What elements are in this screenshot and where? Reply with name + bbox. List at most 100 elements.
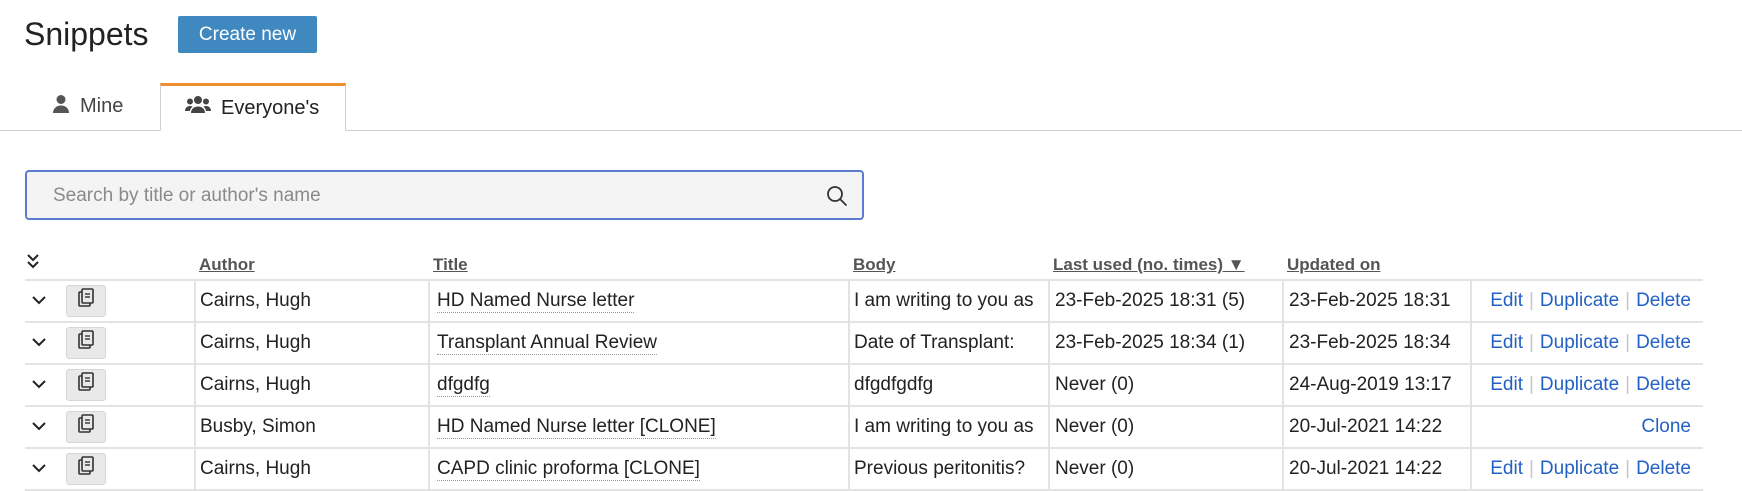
table-header-row: Author Title Body Last used (no. times) … [25,240,1703,281]
row-actions: Clone [1471,406,1703,449]
expand-all-control[interactable] [25,240,63,281]
clipboard-icon [77,288,95,314]
snippet-title[interactable]: HD Named Nurse letter [437,290,635,313]
snippet-title[interactable]: CAPD clinic proforma [CLONE] [437,458,700,481]
title-sort-link[interactable]: Title [433,255,468,274]
updated-sort-link[interactable]: Updated on [1287,255,1381,274]
chevron-down-icon[interactable] [25,374,47,396]
author-cell: Cairns, Hugh [195,280,430,323]
copy-to-clipboard-button[interactable] [66,285,106,317]
body-sort-link[interactable]: Body [853,255,896,274]
updated-cell: 24-Aug-2019 13:17 [1283,364,1472,407]
body-cell: Previous peritonitis? [849,448,1050,491]
edit-link[interactable]: Edit [1490,332,1523,353]
last-used-cell: Never (0) [1049,406,1284,449]
table-row: Cairns, Hugh HD Named Nurse letter I am w… [25,280,1703,323]
row-actions: Edit | Duplicate | Delete [1471,364,1703,407]
user-icon [52,94,70,120]
author-cell: Busby, Simon [195,406,430,449]
row-expand-toggle[interactable] [25,322,63,365]
updated-cell: 23-Feb-2025 18:34 [1283,322,1472,365]
updated-column-header[interactable]: Updated on [1283,240,1471,281]
body-cell: Date of Transplant: [849,322,1050,365]
author-cell: Cairns, Hugh [195,322,430,365]
clipboard-icon [77,330,95,356]
delete-link[interactable]: Delete [1636,332,1691,353]
clipboard-icon [77,456,95,482]
delete-link[interactable]: Delete [1636,458,1691,479]
title-cell: HD Named Nurse letter [429,280,850,323]
duplicate-link[interactable]: Duplicate [1540,458,1619,479]
last-used-cell: Never (0) [1049,448,1284,491]
action-separator: | [1625,374,1631,395]
row-expand-toggle[interactable] [25,448,63,491]
edit-link[interactable]: Edit [1490,290,1523,311]
updated-cell: 23-Feb-2025 18:31 [1283,280,1472,323]
copy-cell [63,406,196,449]
search-icon[interactable] [826,185,848,212]
copy-cell [63,280,196,323]
table-row: Busby, Simon HD Named Nurse letter [CLONE… [25,406,1703,449]
snippet-title[interactable]: dfgdfg [437,374,490,397]
duplicate-link[interactable]: Duplicate [1540,290,1619,311]
last-used-column-header[interactable]: Last used (no. times) ▼ [1049,240,1283,281]
edit-link[interactable]: Edit [1490,374,1523,395]
double-chevron-down-icon[interactable] [25,254,41,274]
copy-to-clipboard-button[interactable] [66,369,106,401]
actions-column-header [1471,240,1703,281]
title-column-header[interactable]: Title [429,240,849,281]
tab-mine[interactable]: Mine [26,83,160,131]
delete-link[interactable]: Delete [1636,290,1691,311]
action-separator: | [1528,374,1534,395]
chevron-down-icon[interactable] [25,290,47,312]
action-separator: | [1625,332,1631,353]
snippet-title[interactable]: HD Named Nurse letter [CLONE] [437,416,716,439]
copy-cell [63,364,196,407]
clipboard-icon [77,372,95,398]
delete-link[interactable]: Delete [1636,374,1691,395]
last-used-sort-link[interactable]: Last used (no. times) ▼ [1053,255,1245,274]
action-separator: | [1528,290,1534,311]
search-box [25,170,864,220]
duplicate-link[interactable]: Duplicate [1540,332,1619,353]
author-cell: Cairns, Hugh [195,364,430,407]
search-input[interactable] [51,172,815,220]
copy-to-clipboard-button[interactable] [66,453,106,485]
duplicate-link[interactable]: Duplicate [1540,374,1619,395]
copy-to-clipboard-button[interactable] [66,411,106,443]
create-new-button[interactable]: Create new [178,16,317,53]
last-used-cell: Never (0) [1049,364,1284,407]
body-cell: dfgdfgdfg [849,364,1050,407]
action-separator: | [1625,290,1631,311]
row-actions: Edit | Duplicate | Delete [1471,322,1703,365]
body-cell: I am writing to you as [849,280,1050,323]
body-column-header[interactable]: Body [849,240,1049,281]
title-cell: HD Named Nurse letter [CLONE] [429,406,850,449]
clipboard-icon [77,414,95,440]
row-expand-toggle[interactable] [25,406,63,449]
title-cell: Transplant Annual Review [429,322,850,365]
last-used-cell: 23-Feb-2025 18:34 (1) [1049,322,1284,365]
title-cell: dfgdfg [429,364,850,407]
copy-cell [63,322,196,365]
author-column-header[interactable]: Author [195,240,429,281]
title-cell: CAPD clinic proforma [CLONE] [429,448,850,491]
copy-to-clipboard-button[interactable] [66,327,106,359]
chevron-down-icon[interactable] [25,332,47,354]
row-expand-toggle[interactable] [25,364,63,407]
clone-link[interactable]: Clone [1641,416,1691,437]
table-row: Cairns, Hugh dfgdfg dfgdfgdfg Never (0) 24-A… [25,364,1703,407]
row-actions: Edit | Duplicate | Delete [1471,448,1703,491]
author-sort-link[interactable]: Author [199,255,255,274]
edit-link[interactable]: Edit [1490,458,1523,479]
snippet-title[interactable]: Transplant Annual Review [437,332,658,355]
chevron-down-icon[interactable] [25,458,47,480]
author-cell: Cairns, Hugh [195,448,430,491]
tab-everyone[interactable]: Everyone's [160,83,346,131]
row-expand-toggle[interactable] [25,280,63,323]
copy-column-header [63,240,195,281]
table-row: Cairns, Hugh CAPD clinic proforma [CLONE]… [25,448,1703,491]
chevron-down-icon[interactable] [25,416,47,438]
snippets-table: Author Title Body Last used (no. times) … [25,240,1703,491]
action-separator: | [1625,458,1631,479]
